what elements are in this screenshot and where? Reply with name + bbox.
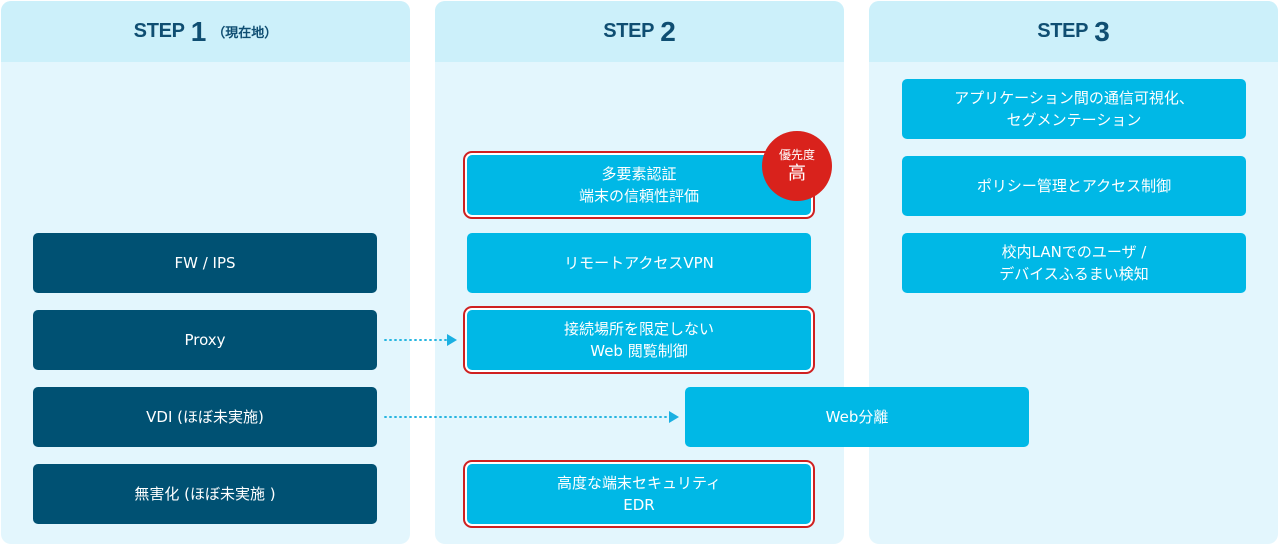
step1-item-vdi: VDI (ほぼ未実施)	[33, 387, 377, 447]
step2-item-web-browsing-control: 接続場所を限定しない Web 閲覧制御	[467, 310, 811, 370]
step2-header: STEP 2	[435, 1, 844, 62]
step3-item-behavior-detection: 校内LANでのユーザ / デバイスふるまい検知	[902, 233, 1246, 293]
step3-label: STEP	[1037, 20, 1089, 42]
priority-value: 高	[788, 162, 806, 184]
step1-item-sanitization: 無害化 (ほぼ未実施 )	[33, 464, 377, 524]
step1-label: STEP	[133, 20, 185, 42]
step2-number: 2	[660, 15, 676, 47]
step3-item-app-visibility-segmentation: アプリケーション間の通信可視化、 セグメンテーション	[902, 79, 1246, 139]
step3-item-policy-access-control: ポリシー管理とアクセス制御	[902, 156, 1246, 216]
step2-label: STEP	[603, 20, 655, 42]
arrow-dotted-line	[383, 416, 669, 418]
step2-item-mfa-device-trust: 多要素認証 端末の信頼性評価	[467, 155, 811, 215]
step1-number: 1	[190, 15, 207, 47]
web-isolation-item: Web分離	[685, 387, 1029, 447]
step3-header: STEP 3	[869, 1, 1278, 62]
arrow-vdi-to-web-isolation	[383, 411, 681, 423]
arrow-dotted-line	[383, 339, 447, 341]
step3-number: 3	[1094, 15, 1110, 47]
step2-item-remote-access-vpn: リモートアクセスVPN	[467, 233, 811, 293]
arrow-head-icon	[669, 411, 679, 423]
step1-header: STEP 1 （現在地）	[1, 1, 410, 62]
step1-item-fw-ips: FW / IPS	[33, 233, 377, 293]
arrow-head-icon	[447, 334, 457, 346]
step1-current-location: （現在地）	[212, 25, 278, 40]
priority-high-badge: 優先度 高	[762, 131, 832, 201]
step2-item-edr: 高度な端末セキュリティ EDR	[467, 464, 811, 524]
step1-item-proxy: Proxy	[33, 310, 377, 370]
priority-label: 優先度	[778, 147, 815, 162]
arrow-proxy-to-web-control	[383, 334, 459, 346]
